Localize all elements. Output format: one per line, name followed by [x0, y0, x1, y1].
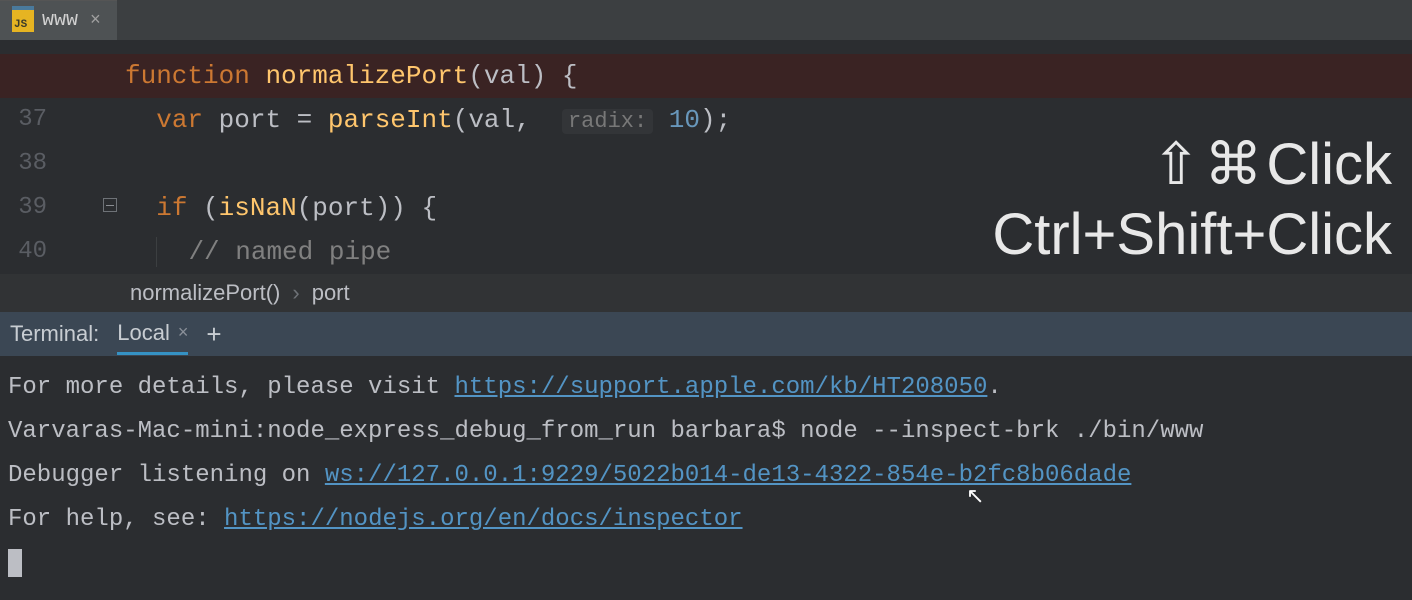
- overlay-win-shortcut: Ctrl+Shift+Click: [992, 200, 1392, 270]
- code-area[interactable]: function normalizePort(val) { var port =…: [125, 40, 731, 274]
- command-key-icon: ⌘: [1204, 130, 1262, 200]
- code-editor[interactable]: 36 37 38 39 40 function normalizePort(va…: [0, 40, 1412, 274]
- terminal-line: Varvaras-Mac-mini:node_express_debug_fro…: [8, 410, 1404, 454]
- terminal-line: [8, 542, 1404, 586]
- terminal-tab-local[interactable]: Local ×: [117, 320, 188, 355]
- terminal-panel-header: Terminal: Local × +: [0, 312, 1412, 356]
- terminal-output[interactable]: For more details, please visit https://s…: [0, 356, 1412, 600]
- terminal-line: Debugger listening on ws://127.0.0.1:922…: [8, 454, 1404, 498]
- close-icon[interactable]: ×: [86, 11, 105, 31]
- breadcrumb-item[interactable]: port: [312, 280, 350, 306]
- file-tab-bar: JS www ×: [0, 0, 1412, 40]
- close-icon[interactable]: ×: [178, 322, 189, 343]
- terminal-line: For help, see: https://nodejs.org/en/doc…: [8, 498, 1404, 542]
- line-number: 38: [0, 142, 55, 186]
- terminal-line: For more details, please visit https://s…: [8, 366, 1404, 410]
- code-line[interactable]: var port = parseInt(val, radix: 10);: [125, 98, 731, 142]
- file-tab-www[interactable]: JS www ×: [0, 0, 117, 40]
- parameter-hint: radix:: [562, 109, 653, 134]
- code-line[interactable]: [125, 142, 731, 186]
- breadcrumb-item[interactable]: normalizePort(): [130, 280, 280, 306]
- code-line[interactable]: // named pipe: [125, 230, 731, 274]
- line-number: 37: [0, 98, 55, 142]
- terminal-link[interactable]: https://support.apple.com/kb/HT208050: [454, 374, 987, 401]
- overlay-click-text: Click: [1266, 130, 1392, 200]
- terminal-link[interactable]: https://nodejs.org/en/docs/inspector: [224, 506, 742, 533]
- line-number: 39: [0, 186, 55, 230]
- shortcut-overlay: ⇧ ⌘ Click Ctrl+Shift+Click: [992, 130, 1392, 269]
- terminal-cursor: [8, 549, 22, 577]
- fold-toggle-icon[interactable]: [103, 198, 117, 212]
- terminal-link[interactable]: ws://127.0.0.1:9229/5022b014-de13-4322-8…: [325, 462, 1132, 489]
- line-number: 40: [0, 230, 55, 274]
- code-line[interactable]: function normalizePort(val) {: [0, 54, 1412, 98]
- js-file-icon: JS: [12, 10, 34, 32]
- file-tab-label: www: [42, 9, 78, 32]
- terminal-tab-label: Local: [117, 320, 170, 346]
- mouse-pointer-icon: ↖: [966, 476, 984, 520]
- shift-key-icon: ⇧: [1152, 130, 1201, 200]
- add-terminal-button[interactable]: +: [206, 319, 221, 350]
- chevron-right-icon: ›: [292, 280, 299, 306]
- terminal-title: Terminal:: [10, 321, 99, 347]
- code-line[interactable]: if (isNaN(port)) {: [125, 186, 731, 230]
- breadcrumb: normalizePort() › port: [0, 274, 1412, 312]
